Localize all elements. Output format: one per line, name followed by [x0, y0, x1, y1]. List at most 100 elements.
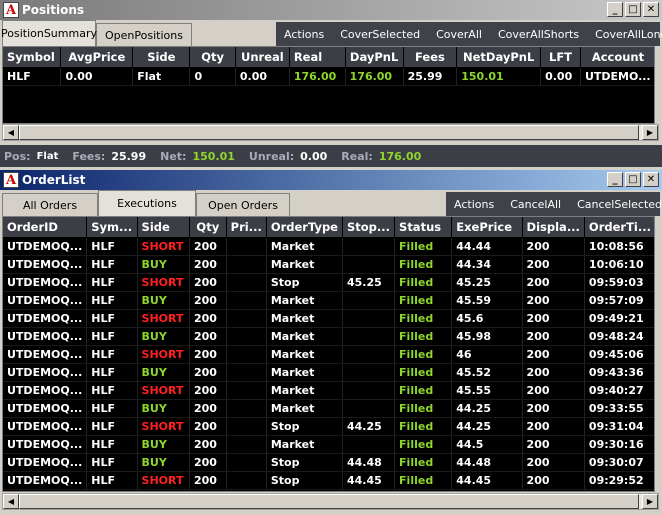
order-row[interactable]: UTDEMOQ... HLF SHORT 200 Market Filled 45.6 200… — [3, 309, 656, 328]
positions-titlebar[interactable]: A Positions _ □ ✕ — [0, 0, 662, 20]
scroll-left-icon[interactable]: ◀ — [3, 494, 19, 509]
cell-display: 200 — [522, 327, 585, 346]
col-symbol[interactable]: Sym... — [86, 217, 138, 238]
cell-unreal: 0.00 — [235, 67, 290, 86]
cell-symbol: HLF — [86, 327, 138, 346]
maximize-icon[interactable]: □ — [625, 172, 641, 187]
cover-all-longs-button[interactable]: CoverAllLongs — [587, 28, 662, 41]
col-fees[interactable]: Fees — [403, 47, 458, 68]
cell-status: Filled — [394, 435, 453, 454]
minimize-icon[interactable]: _ — [607, 172, 623, 187]
minimize-icon[interactable]: _ — [607, 2, 623, 17]
cell-exe-price: 45.52 — [451, 363, 523, 382]
positions-window: A Positions _ □ ✕ PositionSummary OpenPo… — [0, 0, 662, 167]
col-net-day-pnl[interactable]: NetDayPnL — [456, 47, 542, 68]
order-row[interactable]: UTDEMOQ... HLF BUY 200 Market Filled 45.98 200 0… — [3, 327, 656, 346]
tab-open-orders[interactable]: Open Orders — [196, 193, 290, 216]
cell-order-time: 09:31:04 — [584, 417, 656, 436]
cell-order-id: UTDEMOQ... — [3, 291, 88, 310]
position-row[interactable]: HLF 0.00 Flat 0 0.00 176.00 176.00 25.99… — [3, 67, 656, 86]
tab-executions[interactable]: Executions — [98, 190, 196, 216]
cell-order-time: 09:33:55 — [584, 399, 656, 418]
tab-open-positions[interactable]: OpenPositions — [96, 23, 192, 46]
cell-display: 200 — [522, 255, 585, 274]
status-unreal-value: 0.00 — [300, 149, 328, 163]
orders-hscroll[interactable]: ◀ ▶ — [2, 493, 659, 510]
actions-menu[interactable]: Actions — [446, 198, 502, 211]
col-status[interactable]: Status — [394, 217, 453, 238]
col-real[interactable]: Real — [289, 47, 346, 68]
tab-position-summary[interactable]: PositionSummary — [1, 20, 97, 46]
col-exe-price[interactable]: ExePrice — [451, 217, 523, 238]
col-qty[interactable]: Qty — [189, 47, 236, 68]
col-order-time[interactable]: OrderTi... — [584, 217, 656, 238]
order-row[interactable]: UTDEMOQ... HLF BUY 200 Market Filled 44.34 200 1… — [3, 255, 656, 274]
cell-price — [226, 291, 267, 310]
maximize-icon[interactable]: □ — [625, 2, 641, 17]
order-row[interactable]: UTDEMOQ... HLF SHORT 200 Market Filled 45.55 20… — [3, 381, 656, 400]
col-day-pnl[interactable]: DayPnL — [345, 47, 404, 68]
cover-all-button[interactable]: CoverAll — [428, 28, 490, 41]
order-row[interactable]: UTDEMOQ... HLF SHORT 200 Market Filled 46 200 09… — [3, 345, 656, 364]
cell-side: BUY — [137, 363, 190, 382]
order-row[interactable]: UTDEMOQ... HLF BUY 200 Stop 44.48 Filled 44.48 2… — [3, 453, 656, 472]
cell-order-id: UTDEMOQ... — [3, 345, 88, 364]
cover-selected-button[interactable]: CoverSelected — [332, 28, 428, 41]
col-symbol[interactable]: Symbol — [3, 47, 62, 68]
col-unreal[interactable]: Unreal — [235, 47, 290, 68]
cell-price — [226, 363, 267, 382]
close-icon[interactable]: ✕ — [643, 172, 659, 187]
cancel-selected-button[interactable]: CancelSelected — [569, 198, 662, 211]
cell-qty: 200 — [189, 381, 227, 400]
col-order-id[interactable]: OrderID — [3, 217, 88, 238]
positions-actionbar: Actions CoverSelected CoverAll CoverAllS… — [276, 22, 662, 46]
col-account[interactable]: Account — [580, 47, 656, 68]
col-order-type[interactable]: OrderType — [266, 217, 344, 238]
cell-order-type: Market — [266, 327, 344, 346]
cell-symbol: HLF — [86, 363, 138, 382]
cell-symbol: HLF — [86, 345, 138, 364]
cell-stop — [342, 381, 396, 400]
scroll-left-icon[interactable]: ◀ — [3, 125, 19, 140]
cell-price — [226, 399, 267, 418]
col-display[interactable]: Displa... — [522, 217, 585, 238]
order-row[interactable]: UTDEMOQ... HLF BUY 200 Market Filled 44.5 200 09… — [3, 435, 656, 454]
positions-hscroll[interactable]: ◀ ▶ — [2, 124, 659, 141]
cell-status: Filled — [394, 237, 453, 256]
col-price[interactable]: Pri... — [226, 217, 267, 238]
col-lft[interactable]: LFT — [540, 47, 581, 68]
cell-order-type: Stop — [266, 453, 344, 472]
tab-all-orders[interactable]: All Orders — [2, 193, 98, 216]
cover-all-shorts-button[interactable]: CoverAllShorts — [490, 28, 587, 41]
scroll-thumb[interactable] — [19, 125, 639, 140]
orders-vscroll[interactable] — [654, 216, 660, 492]
cell-symbol: HLF — [86, 381, 138, 400]
orderlist-titlebar[interactable]: A OrderList _ □ ✕ — [0, 170, 662, 190]
col-side[interactable]: Side — [137, 217, 190, 238]
cell-status: Filled — [394, 471, 453, 490]
scroll-thumb[interactable] — [19, 494, 639, 509]
close-icon[interactable]: ✕ — [643, 2, 659, 17]
order-row[interactable]: UTDEMOQ... HLF SHORT 200 Stop 44.25 Filled 44.2… — [3, 417, 656, 436]
cancel-all-button[interactable]: CancelAll — [502, 198, 569, 211]
col-side[interactable]: Side — [132, 47, 191, 68]
col-qty[interactable]: Qty — [189, 217, 227, 238]
cell-price — [226, 417, 267, 436]
col-stop[interactable]: Stop... — [342, 217, 396, 238]
col-avg-price[interactable]: AvgPrice — [60, 47, 134, 68]
scroll-right-icon[interactable]: ▶ — [642, 494, 658, 509]
positions-vscroll[interactable] — [654, 46, 660, 124]
cell-order-type: Market — [266, 381, 344, 400]
cell-qty: 200 — [189, 399, 227, 418]
order-row[interactable]: UTDEMOQ... HLF SHORT 200 Stop 45.25 Filled 45.2… — [3, 273, 656, 292]
cell-display: 200 — [522, 237, 585, 256]
order-row[interactable]: UTDEMOQ... HLF SHORT 200 Stop 44.45 Filled 44.4… — [3, 471, 656, 490]
cell-qty: 200 — [189, 291, 227, 310]
order-row[interactable]: UTDEMOQ... HLF BUY 200 Market Filled 45.59 200 0… — [3, 291, 656, 310]
scroll-right-icon[interactable]: ▶ — [642, 125, 658, 140]
order-row[interactable]: UTDEMOQ... HLF BUY 200 Market Filled 44.25 200 0… — [3, 399, 656, 418]
actions-menu[interactable]: Actions — [276, 28, 332, 41]
order-row[interactable]: UTDEMOQ... HLF SHORT 200 Market Filled 44.44 20… — [3, 237, 656, 256]
cell-symbol: HLF — [3, 67, 62, 86]
order-row[interactable]: UTDEMOQ... HLF BUY 200 Market Filled 45.52 200 0… — [3, 363, 656, 382]
